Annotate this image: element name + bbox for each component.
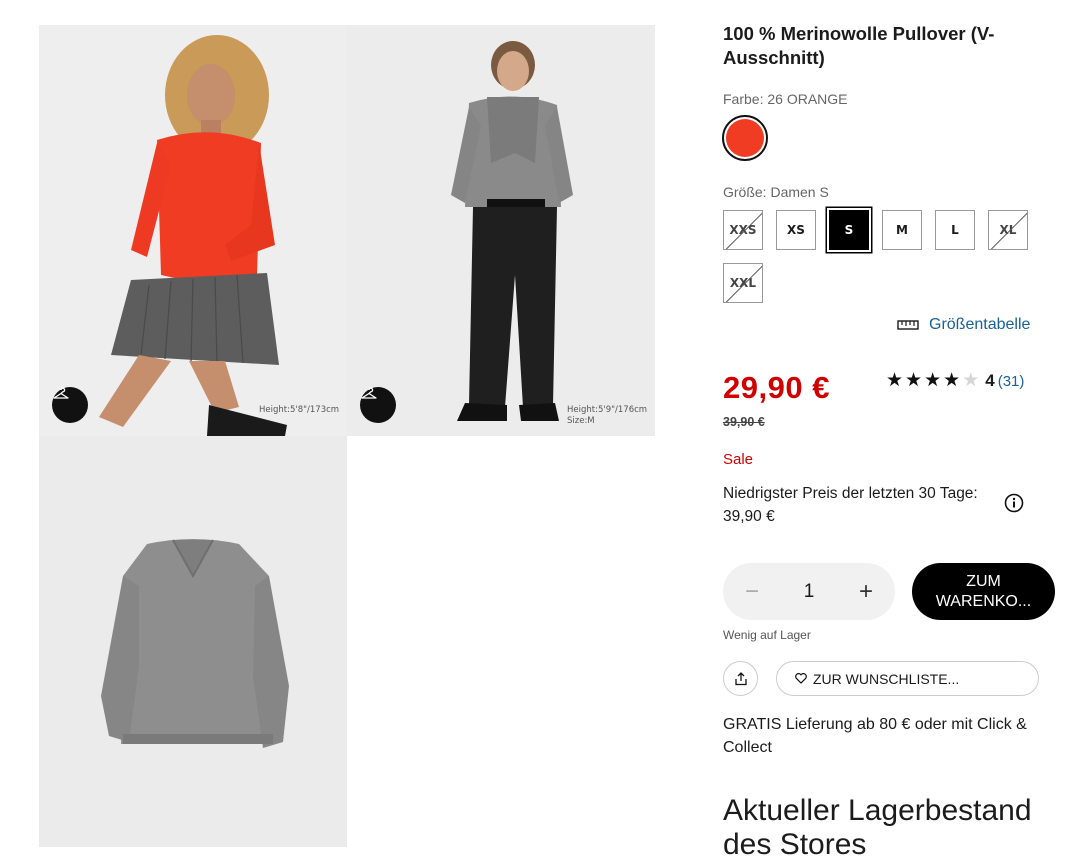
sale-label: Sale (723, 451, 754, 468)
rating-value: 4 (985, 371, 995, 390)
model-height-info: Height:5'9"/176cm Size:M (567, 405, 648, 426)
share-button[interactable] (723, 661, 758, 696)
product-photo-flat-grey[interactable] (39, 436, 347, 847)
star-empty-icon: ★ (962, 370, 980, 391)
size-option-s[interactable]: S (829, 210, 869, 250)
hanger-icon (53, 387, 69, 399)
product-rating[interactable]: ★ ★ ★ ★ ★ 4 (31) (886, 370, 1024, 392)
wishlist-label: ZUR WUNSCHLISTE... (813, 670, 960, 687)
model-orange-illustration (39, 25, 347, 436)
product-photo-model-grey[interactable]: Height:5'9"/176cm Size:M (347, 25, 655, 436)
stock-status: Wenig auf Lager (723, 628, 811, 642)
color-swatch-orange[interactable] (722, 115, 768, 161)
original-price: 39,90 € (723, 415, 765, 429)
product-info-panel: 100 % Merinowolle Pullover (V-Ausschnitt… (722, 22, 1055, 861)
star-filled-icon: ★ (924, 370, 942, 391)
size-option-xl[interactable]: XL (988, 210, 1028, 250)
review-count-link[interactable]: (31) (998, 373, 1025, 390)
store-stock-heading: Aktueller Lagerbestand des Stores (723, 794, 1032, 861)
star-filled-icon: ★ (943, 370, 961, 391)
product-title: 100 % Merinowolle Pullover (V-Ausschnitt… (723, 23, 995, 68)
try-on-hanger-button[interactable] (360, 387, 396, 423)
quantity-stepper: − 1 + (723, 563, 895, 620)
size-label: Größe: Damen S (723, 184, 829, 200)
quantity-decrease-button[interactable]: − (741, 578, 763, 606)
sale-price: 29,90 € (723, 370, 830, 405)
model-grey-illustration (347, 25, 655, 436)
add-to-wishlist-button[interactable]: ZUR WUNSCHLISTE... (776, 661, 1039, 696)
lowest-price-note: Niedrigster Preis der letzten 30 Tage: 3… (723, 485, 978, 525)
product-photo-model-orange[interactable]: Height:5'8"/173cm (39, 25, 347, 436)
star-filled-icon: ★ (905, 370, 923, 391)
heart-icon (795, 673, 807, 684)
quantity-value[interactable]: 1 (804, 581, 815, 603)
size-chart-link[interactable]: Größentabelle (897, 316, 1030, 334)
color-label: Farbe: 26 ORANGE (723, 91, 848, 107)
ruler-icon (897, 320, 919, 330)
size-option-xxl[interactable]: XXL (723, 263, 763, 303)
model-height-info: Height:5'8"/173cm (259, 405, 340, 415)
share-icon (734, 671, 747, 685)
size-option-l[interactable]: L (935, 210, 975, 250)
hanger-icon (361, 387, 377, 399)
size-option-xxs[interactable]: XXS (723, 210, 763, 250)
delivery-info: GRATIS Lieferung ab 80 € oder mit Click … (723, 716, 1027, 756)
size-chart-label: Größentabelle (929, 316, 1031, 333)
info-icon[interactable] (1004, 493, 1024, 513)
color-swatch-fill (726, 119, 764, 157)
quantity-increase-button[interactable]: + (855, 578, 877, 606)
size-option-m[interactable]: M (882, 210, 922, 250)
add-to-cart-button[interactable]: ZUM WARENKO... (912, 563, 1055, 620)
size-option-xs[interactable]: XS (776, 210, 816, 250)
flat-sweater-illustration (39, 436, 347, 847)
try-on-hanger-button[interactable] (52, 387, 88, 423)
star-filled-icon: ★ (886, 370, 904, 391)
